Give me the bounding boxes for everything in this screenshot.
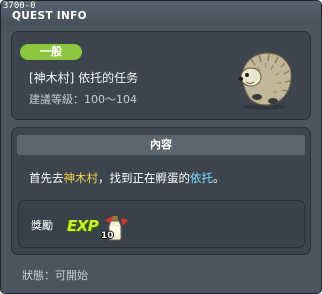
recommended-level: 建議等級：100～104	[29, 93, 137, 106]
quest-status: 狀態：可開始	[22, 269, 88, 282]
exp-icon[interactable]: EXP	[67, 217, 99, 235]
title-bar[interactable]: 3700-0 QUEST INFO	[1, 1, 321, 25]
quest-type-badge: 一般	[20, 44, 82, 60]
desc-npc-name[interactable]: 依托	[190, 171, 213, 185]
desc-text-3: 。	[213, 171, 225, 185]
window-title: QUEST INFO	[12, 10, 87, 22]
reward-label: 獎勵	[31, 219, 53, 232]
quest-description: 首先去神木村，找到正在孵蛋的依托。	[29, 170, 225, 186]
hedgehog-npc-icon	[238, 52, 292, 110]
quest-info-window: 3700-0 QUEST INFO 一般 [神木村] 依托的任务 建議等級：10…	[0, 0, 322, 294]
quest-name: [神木村] 依托的任务	[29, 71, 139, 85]
desc-place-name: 神木村	[63, 171, 99, 185]
desc-text-1: 首先去	[29, 171, 64, 185]
desc-text-2: ，找到正在孵蛋的	[98, 171, 190, 185]
reward-box	[18, 200, 305, 248]
reward-item-count: 10	[101, 231, 114, 241]
content-header: 內容	[17, 135, 305, 155]
